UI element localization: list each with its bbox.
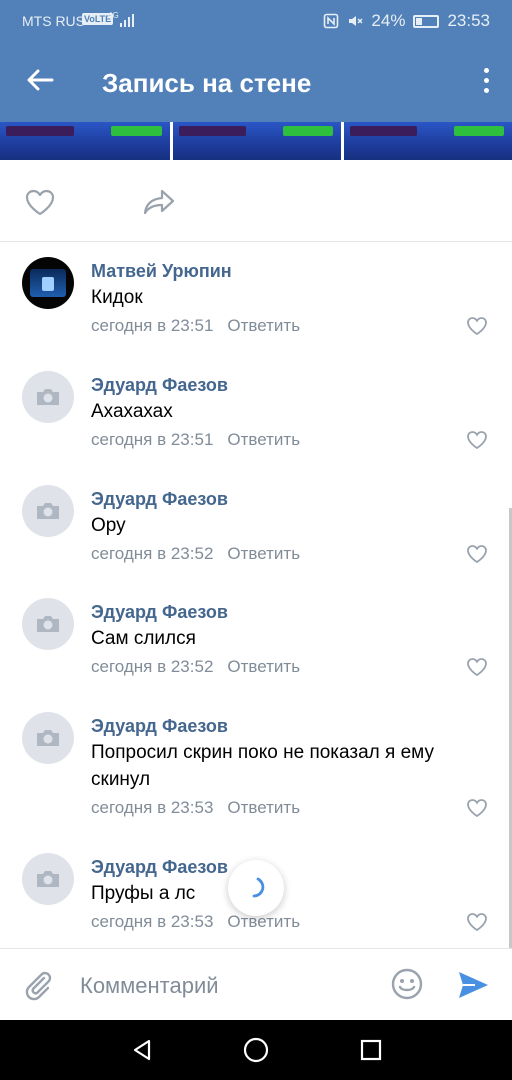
top-bar: MTS RUS VoLTE 4G 24% 23:53 Запись на сте… [0,0,512,122]
avatar[interactable] [22,371,74,423]
back-arrow-icon[interactable] [24,64,56,96]
comment-meta: сегодня в 23:52 Ответить [91,657,300,677]
loading-spinner [228,860,284,916]
status-right: 24% 23:53 [323,11,490,31]
attach-icon[interactable] [22,969,54,1001]
camera-icon [37,503,59,519]
nav-recents-icon[interactable] [360,1039,382,1061]
comment-text: Сам слился [91,628,196,649]
comment-like-icon[interactable] [466,544,488,564]
comment-author[interactable]: Эдуард Фаезов [91,489,228,510]
comment-time: сегодня в 23:51 [91,430,214,449]
clock: 23:53 [447,11,490,30]
emoji-icon[interactable] [390,967,424,1001]
avatar[interactable] [22,257,74,309]
comment-author[interactable]: Эдуард Фаезов [91,716,228,737]
avatar[interactable] [22,712,74,764]
comment-time: сегодня в 23:53 [91,798,214,817]
comment-input[interactable] [80,971,370,1001]
spinner-icon [252,877,265,898]
comment-author[interactable]: Эдуард Фаезов [91,602,228,623]
avatar[interactable] [22,853,74,905]
avatar[interactable] [22,598,74,650]
post-image[interactable] [344,122,512,160]
reply-button[interactable]: Ответить [227,430,300,449]
comment-text: Ахахахах [91,401,173,422]
comment-composer [0,948,512,1020]
comment-author[interactable]: Матвей Урюпин [91,261,232,282]
comment-meta: сегодня в 23:53 Ответить [91,912,300,932]
post-image[interactable] [0,122,170,160]
comment-like-icon[interactable] [466,430,488,450]
comment-time: сегодня в 23:52 [91,657,214,676]
send-icon[interactable] [456,969,490,1001]
status-bar: MTS RUS VoLTE 4G 24% 23:53 [0,0,512,42]
network-type: 4G [108,11,119,20]
system-nav-bar [0,1020,512,1080]
comment-text: Попросил скрин поко не показал я ему ски… [91,742,434,790]
post-actions [0,160,512,242]
comment-meta: сегодня в 23:52 Ответить [91,544,300,564]
page-title: Запись на стене [102,68,312,98]
reply-button[interactable]: Ответить [227,544,300,563]
comment-text: Кидок [91,287,143,308]
share-icon[interactable] [142,188,176,216]
post-images[interactable] [0,122,512,160]
camera-icon [37,730,59,746]
comment-like-icon[interactable] [466,912,488,932]
camera-icon [37,389,59,405]
comment-time: сегодня в 23:53 [91,912,214,931]
more-menu-icon[interactable] [482,68,490,96]
nav-home-icon[interactable] [243,1037,269,1063]
mute-icon [349,16,363,26]
reply-button[interactable]: Ответить [227,798,300,817]
comment-author[interactable]: Эдуард Фаезов [91,857,228,878]
comment-meta: сегодня в 23:51 Ответить [91,316,300,336]
battery-percent: 24% [371,11,406,30]
post-image[interactable] [173,122,341,160]
nfc-icon [324,13,339,29]
comment-like-icon[interactable] [466,657,488,677]
comment-time: сегодня в 23:52 [91,544,214,563]
comment-meta: сегодня в 23:53 Ответить [91,798,300,818]
comment-text: Пруфы а лс [91,883,196,904]
comment-like-icon[interactable] [466,316,488,336]
camera-icon [37,616,59,632]
like-icon[interactable] [24,188,56,216]
app-bar: Запись на стене [0,42,512,122]
comment-author[interactable]: Эдуард Фаезов [91,375,228,396]
comment-text: Ору [91,515,126,536]
camera-icon [37,871,59,887]
carrier-label: MTS RUS [22,13,85,29]
nav-back-icon[interactable] [130,1038,154,1062]
comment-meta: сегодня в 23:51 Ответить [91,430,300,450]
signal-icon [120,13,134,27]
comment-like-icon[interactable] [466,798,488,818]
reply-button[interactable]: Ответить [227,657,300,676]
avatar[interactable] [22,485,74,537]
reply-button[interactable]: Ответить [227,316,300,335]
comment-time: сегодня в 23:51 [91,316,214,335]
battery-icon [413,14,440,28]
